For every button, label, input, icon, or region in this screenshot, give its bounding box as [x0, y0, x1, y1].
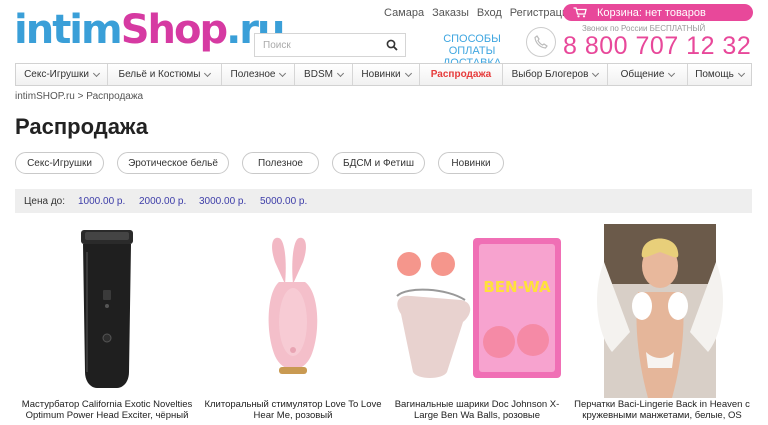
nav-item-label: Новинки: [361, 69, 401, 80]
cart-button[interactable]: Корзина: нет товаров: [563, 4, 753, 21]
nav-item-label: Полезное: [230, 69, 276, 80]
orders-link[interactable]: Заказы: [432, 7, 469, 19]
product-name[interactable]: Клиторальный стимулятор Love To Love Hea…: [203, 399, 383, 421]
product-name[interactable]: Мастурбатор California Exotic Novelties …: [17, 399, 197, 421]
breadcrumb[interactable]: intimSHOP.ru > Распродажа: [15, 91, 143, 102]
nav-item-sale[interactable]: Распродажа: [420, 64, 503, 85]
category-filters: Секс-Игрушки Эротическое бельё Полезное …: [15, 152, 504, 174]
product-name[interactable]: Перчатки Baci-Lingerie Back in Heaven с …: [572, 399, 752, 421]
product-image-stimulator[interactable]: [203, 222, 383, 398]
nav-item-help[interactable]: Помощь: [688, 64, 751, 85]
chevron-down-icon: [668, 69, 676, 77]
site-logo[interactable]: intimShop.ru: [14, 7, 286, 53]
product-image-ben-wa-balls[interactable]: BEN-WA: [387, 222, 567, 398]
product-image-gloves[interactable]: [572, 222, 752, 398]
cart-label: Корзина: нет товаров: [597, 6, 706, 19]
price-option-1000[interactable]: 1000.00 р.: [78, 196, 125, 207]
chevron-down-icon: [204, 69, 212, 77]
search-button[interactable]: [379, 34, 405, 56]
chevron-down-icon: [279, 69, 287, 77]
category-chip-lingerie[interactable]: Эротическое бельё: [117, 152, 229, 174]
chevron-down-icon: [592, 69, 600, 77]
header: intimShop.ru Поиск Самара Заказы Вход Ре…: [0, 0, 768, 69]
nav-item-communication[interactable]: Общение: [608, 64, 688, 85]
chevron-down-icon: [737, 69, 745, 77]
category-chip-new[interactable]: Новинки: [438, 152, 504, 174]
price-option-2000[interactable]: 2000.00 р.: [139, 196, 186, 207]
product-card[interactable]: Мастурбатор California Exotic Novelties …: [17, 222, 197, 422]
search-box: Поиск: [254, 33, 406, 57]
product-card[interactable]: Перчатки Baci-Lingerie Back in Heaven с …: [572, 222, 752, 422]
nav-item-label: Бельё и Костюмы: [118, 69, 201, 80]
city-link[interactable]: Самара: [384, 7, 424, 19]
category-chip-useful[interactable]: Полезное: [242, 152, 319, 174]
top-links: Самара Заказы Вход Регистрация: [384, 7, 574, 19]
category-chip-bdsm[interactable]: БДСМ и Фетиш: [332, 152, 425, 174]
nav-item-bloggers[interactable]: Выбор Блогеров: [503, 64, 608, 85]
product-name[interactable]: Вагинальные шарики Doc Johnson X-Large B…: [387, 399, 567, 421]
phone-number[interactable]: 8 800 707 12 32: [563, 32, 751, 60]
search-icon: [386, 39, 398, 51]
nav-item-label: BDSM: [304, 69, 333, 80]
nav-item-bdsm[interactable]: BDSM: [295, 64, 353, 85]
nav-item-sex-toys[interactable]: Секс-Игрушки: [16, 64, 108, 85]
nav-item-label: Выбор Блогеров: [511, 69, 589, 80]
nav-item-label: Общение: [620, 69, 665, 80]
price-option-3000[interactable]: 3000.00 р.: [199, 196, 246, 207]
nav-item-useful[interactable]: Полезное: [222, 64, 295, 85]
product-image-masturbator[interactable]: [17, 222, 197, 398]
nav-item-label: Помощь: [695, 69, 734, 80]
logo-part-2: Shop: [120, 7, 228, 53]
chevron-down-icon: [336, 69, 344, 77]
login-link[interactable]: Вход: [477, 7, 502, 19]
product-card[interactable]: Клиторальный стимулятор Love To Love Hea…: [203, 222, 383, 422]
package-text: BEN-WA: [483, 278, 551, 296]
phone-icon: [526, 27, 556, 57]
category-chip-sex-toys[interactable]: Секс-Игрушки: [15, 152, 104, 174]
price-filter: Цена до: 1000.00 р. 2000.00 р. 3000.00 р…: [15, 189, 752, 213]
product-card[interactable]: BEN-WA Вагинальные шарики Doc Johnson X-…: [387, 222, 567, 422]
cart-icon: [573, 7, 587, 18]
chevron-down-icon: [92, 69, 100, 77]
nav-item-new[interactable]: Новинки: [353, 64, 420, 85]
price-option-5000[interactable]: 5000.00 р.: [260, 196, 307, 207]
page-title: Распродажа: [15, 114, 149, 139]
nav-item-label: Секс-Игрушки: [24, 69, 89, 80]
chevron-down-icon: [404, 69, 412, 77]
search-input[interactable]: Поиск: [263, 40, 291, 51]
nav-item-label: Распродажа: [430, 69, 492, 80]
price-filter-label: Цена до:: [24, 196, 65, 207]
nav-item-lingerie[interactable]: Бельё и Костюмы: [108, 64, 222, 85]
logo-part-1: intim: [14, 7, 123, 53]
main-nav: Секс-Игрушки Бельё и Костюмы Полезное BD…: [15, 63, 752, 86]
